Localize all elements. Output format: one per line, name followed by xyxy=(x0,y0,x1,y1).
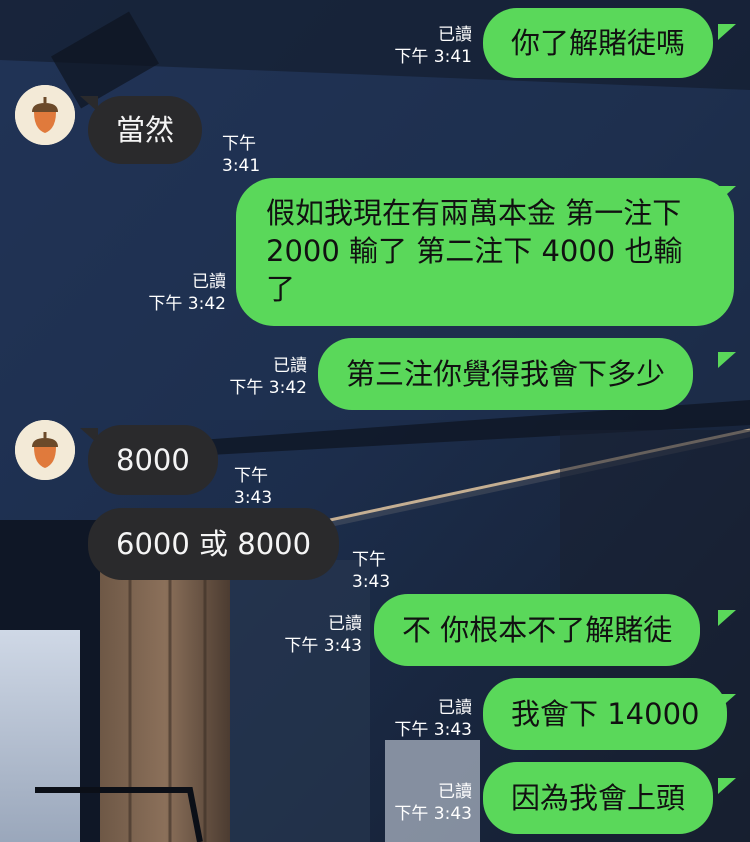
message-meta: 已讀 下午 3:42 xyxy=(215,355,307,399)
message-time: 下午 3:43 xyxy=(234,466,273,508)
message-time: 下午 3:43 xyxy=(352,550,391,592)
incoming-message-bubble[interactable]: 8000 xyxy=(88,425,218,495)
outgoing-message-bubble[interactable]: 你了解賭徒嗎 xyxy=(483,8,714,78)
message-time: 下午 3:42 xyxy=(148,294,226,314)
read-receipt: 已讀 xyxy=(273,356,307,376)
outgoing-message-bubble[interactable]: 我會下 14000 xyxy=(483,678,728,750)
message-time: 下午 3:43 xyxy=(284,636,362,656)
outgoing-message-bubble[interactable]: 不 你根本不了解賭徒 xyxy=(374,594,701,666)
acorn-icon xyxy=(15,85,75,145)
message-meta: 已讀 下午 3:43 xyxy=(270,613,362,657)
contact-avatar[interactable] xyxy=(15,420,75,480)
message-meta: 已讀 下午 3:43 xyxy=(380,781,472,825)
contact-avatar[interactable] xyxy=(15,85,75,145)
message-time: 下午 3:43 xyxy=(394,804,472,824)
message-meta: 已讀 下午 3:41 xyxy=(380,24,472,68)
outgoing-message-bubble[interactable]: 假如我現在有兩萬本金 第一注下 2000 輸了 第二注下 4000 也輸了 xyxy=(236,178,734,326)
read-receipt: 已讀 xyxy=(438,698,472,718)
bubble-tail xyxy=(718,778,736,794)
bubble-tail xyxy=(718,610,736,626)
read-receipt: 已讀 xyxy=(192,272,226,292)
bubble-tail xyxy=(718,352,736,368)
outgoing-message-bubble[interactable]: 因為我會上頭 xyxy=(483,762,714,834)
message-meta: 已讀 下午 3:42 xyxy=(134,271,226,315)
acorn-icon xyxy=(15,420,75,480)
read-receipt: 已讀 xyxy=(438,782,472,802)
message-time: 下午 3:41 xyxy=(222,134,261,176)
message-meta: 已讀 下午 3:43 xyxy=(380,697,472,741)
incoming-message-bubble[interactable]: 當然 xyxy=(88,96,203,164)
read-receipt: 已讀 xyxy=(438,25,472,45)
message-time: 下午 3:43 xyxy=(394,720,472,740)
message-time: 下午 3:41 xyxy=(394,47,472,67)
outgoing-message-bubble[interactable]: 第三注你覺得我會下多少 xyxy=(318,338,694,410)
bubble-tail xyxy=(718,24,736,40)
read-receipt: 已讀 xyxy=(328,614,362,634)
incoming-message-bubble[interactable]: 6000 或 8000 xyxy=(88,508,340,580)
message-time: 下午 3:42 xyxy=(229,378,307,398)
